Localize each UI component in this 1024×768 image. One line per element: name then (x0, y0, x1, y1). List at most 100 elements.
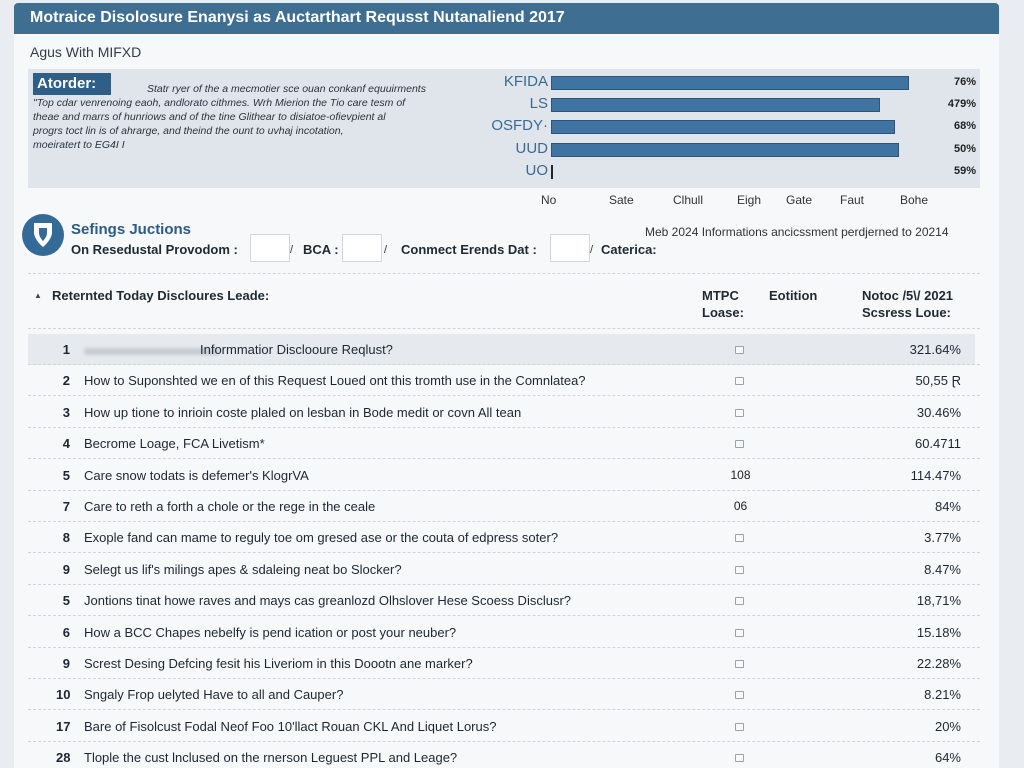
filter-input-date[interactable] (550, 234, 590, 262)
title-bar: Motraice Disolosure Enanysi as Auctartha… (14, 3, 999, 34)
summary-text-line: "Top cdar venrenoing eaoh, andlorato cit… (33, 97, 406, 109)
row-number: 3 (62, 405, 70, 420)
list-header-value: Notoc /5\/ 2021 Scsress Loue: (862, 288, 954, 320)
row-checkbox[interactable] (735, 723, 744, 731)
bar-label: UUD (515, 140, 549, 157)
row-value: 321.64% (909, 342, 961, 357)
bar-percent-label: 59% (953, 165, 976, 177)
summary-badge: Atorder: (33, 73, 111, 95)
table-row[interactable]: 3 How up tione to inrioin coste plaled on… (28, 397, 975, 428)
row-number: 9 (62, 562, 70, 577)
row-checkbox[interactable] (735, 409, 744, 417)
row-value: 30.46% (916, 405, 961, 420)
filter-separator: / (290, 244, 294, 256)
row-number: 1 (62, 342, 70, 357)
filter-input-bca[interactable] (342, 234, 382, 262)
row-number: 28 (56, 750, 71, 765)
axis-tick-label: Faut (840, 193, 865, 207)
table-row[interactable]: 5 Care snow todats is defemer's KlogrVA 10… (28, 460, 975, 491)
bar-percent-label: 76% (953, 76, 976, 88)
bar-percent-label: 68% (953, 120, 976, 132)
list-header-title: Reternted Today Discloures Leade: (52, 288, 270, 303)
row-question[interactable]: How a BCC Chapes nebelfy is pend ication… (84, 625, 456, 640)
bar-track (551, 98, 916, 112)
row-checkbox[interactable] (735, 660, 744, 668)
table-row[interactable]: 6 How a BCC Chapes nebelfy is pend icatio… (28, 617, 975, 648)
table-row[interactable]: 2 How to Suponshted we en of this Request… (28, 365, 975, 396)
table-row[interactable]: 8 Exople fand can mame to reguly toe om g… (28, 522, 975, 553)
row-value: 114.47% (910, 468, 961, 483)
row-checkbox[interactable] (735, 754, 744, 762)
row-checkbox[interactable] (735, 566, 744, 574)
table-row[interactable]: 1 Informmatior Disclooure Reqlust? 321.64% (28, 334, 975, 365)
row-value: 60.4711 (914, 436, 961, 451)
row-question[interactable]: Screst Desing Defcing fesit his Liveriom… (84, 656, 473, 671)
bar-label: LS (529, 95, 548, 112)
filter-input-provodom[interactable] (250, 234, 290, 262)
row-question[interactable]: Selegt us lif's milings apes & sdaleing … (84, 562, 402, 577)
row-divider (28, 458, 980, 459)
table-row[interactable]: 7 Care to reth a forth a chole or the reg… (28, 491, 975, 522)
row-question[interactable]: Becrome Loage, FCA Livetism* (84, 436, 265, 451)
row-checkbox[interactable] (735, 377, 744, 385)
table-row[interactable]: 28 Tlople the cust lnclused on the rnerso… (28, 742, 975, 768)
row-question[interactable]: Sngaly Frop uelyted Have to all and Caup… (84, 687, 343, 702)
row-value: 15.18% (916, 625, 961, 640)
redacted-text (84, 348, 219, 355)
collapse-caret-icon[interactable]: ▲ (34, 291, 42, 300)
shield-icon (22, 214, 64, 256)
table-row[interactable]: 17 Bare of Fisolcust Fodal Neof Foo 10'll… (28, 711, 975, 742)
row-value: 84% (934, 499, 961, 514)
filter-label-caterica[interactable]: Caterica: (601, 242, 657, 257)
table-row[interactable]: 5 Jontions tinat howe raves and mays cas … (28, 585, 975, 616)
row-checkbox[interactable] (735, 691, 744, 699)
row-value: 18,71% (916, 593, 961, 608)
row-question[interactable]: Exople fand can mame to reguly toe om gr… (84, 530, 558, 545)
row-checkbox[interactable] (735, 440, 744, 448)
bar-fill (551, 143, 899, 157)
row-question[interactable]: Care snow todats is defemer's KlogrVA (84, 468, 309, 483)
table-row[interactable]: 9 Selegt us lif's milings apes & sdaleing… (28, 554, 975, 585)
row-number: 6 (62, 625, 70, 640)
row-checkbox[interactable] (735, 346, 744, 354)
row-divider (28, 395, 980, 396)
bar-fill (551, 120, 895, 134)
table-row[interactable]: 9 Screst Desing Defcing fesit his Liverio… (28, 648, 975, 679)
filter-label-date: Conmect Erends Dat : (401, 242, 537, 257)
row-number: 2 (62, 373, 70, 388)
row-question[interactable]: Care to reth a forth a chole or the rege… (84, 499, 375, 514)
section-title: Sefings Juctions (71, 221, 192, 238)
row-checkbox[interactable] (735, 629, 744, 637)
row-number: 5 (62, 468, 70, 483)
row-question[interactable]: Bare of Fisolcust Fodal Neof Foo 10'llac… (84, 719, 496, 734)
filter-separator: / (384, 244, 388, 256)
row-checkbox[interactable] (735, 597, 744, 605)
summary-text-line: progrs toct lin is of ahrarge, and thein… (33, 125, 344, 137)
bar-track (551, 143, 916, 157)
row-question[interactable]: How to Suponshted we en of this Request … (84, 373, 586, 388)
row-number: 7 (62, 499, 70, 514)
table-row[interactable]: 4 Becrome Loage, FCA Livetism* 60.4711 (28, 428, 975, 459)
window-title: Motraice Disolosure Enanysi as Auctartha… (30, 9, 565, 26)
row-value: 20% (934, 719, 961, 734)
row-question[interactable]: Informmatior Disclooure Reqlust? (200, 342, 393, 357)
divider (28, 328, 980, 329)
axis-tick-label: Gate (786, 193, 813, 207)
bar-label: OSFDY· (491, 117, 548, 134)
row-number: 5 (62, 593, 70, 608)
summary-text-line: Statr ryer of the a mecmotier sce ouan c… (147, 83, 426, 95)
bar-track (551, 76, 916, 90)
axis-tick-label: No (541, 193, 557, 207)
row-question[interactable]: Tlople the cust lnclused on the rnerson … (84, 750, 457, 765)
row-value: 64% (934, 750, 961, 765)
filter-label-provodom: On Resedustal Provodom : (71, 242, 238, 257)
axis-tick-label: Bohe (900, 193, 929, 207)
bar-label: KFIDA (503, 73, 548, 90)
row-number: 10 (56, 687, 71, 702)
row-number: 4 (62, 436, 70, 451)
row-question[interactable]: How up tione to inrioin coste plaled on … (84, 405, 521, 420)
row-number: 8 (62, 530, 70, 545)
row-checkbox[interactable] (735, 534, 744, 542)
table-row[interactable]: 10 Sngaly Frop uelyted Have to all and Ca… (28, 679, 975, 710)
row-question[interactable]: Jontions tinat howe raves and mays cas g… (84, 593, 571, 608)
